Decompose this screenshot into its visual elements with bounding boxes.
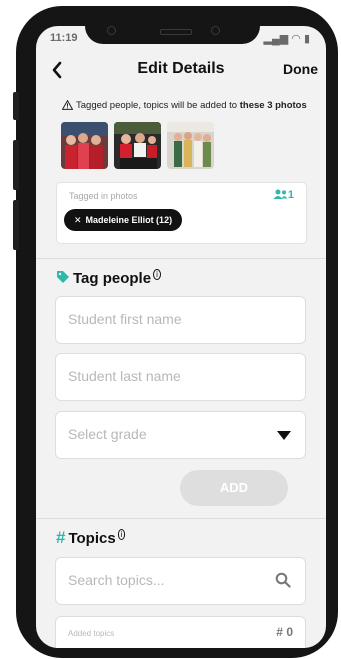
signal-icon: ▂▄▆ ◠ ▮ [263,33,310,45]
info-icon[interactable]: i [153,269,161,280]
tagged-count-value: 1 [287,189,294,201]
last-name-placeholder: Student last name [68,368,181,384]
first-name-field[interactable]: Student first name [55,296,306,344]
add-button[interactable]: ADD [180,470,288,506]
tagged-label: Tagged in photos [69,191,138,201]
tag-notice: Tagged people, topics will be added to t… [61,99,307,111]
topic-search-input[interactable]: Search topics... [55,557,306,605]
dropdown-arrow-icon [277,431,291,440]
topics-heading: # Topics i [56,528,126,548]
warning-icon [61,99,74,110]
tagged-card: Tagged in photos 1 ✕ Madeleine Elliot (12… [56,182,307,244]
app-screen: 11:19 ▂▄▆ ◠ ▮ Edit Details Done Tagged p… [36,26,326,648]
people-icon [273,189,288,199]
header: Edit Details Done [36,52,326,92]
hash-icon: # [56,528,66,547]
topics-title: Topics [68,530,116,547]
notice-bold: these 3 photos [239,100,307,111]
tag-chip-label: Madeleine Elliot (12) [85,215,173,225]
tag-icon [57,271,69,283]
section-divider [36,258,326,259]
remove-icon[interactable]: ✕ [74,215,82,225]
tagged-count: 1 [273,189,294,201]
phone-button [13,200,19,250]
status-time: 11:19 [50,32,78,44]
phone-button [13,140,19,190]
added-topics-label: Added topics [68,629,115,638]
tag-people-heading: Tag people i [56,269,161,287]
section-divider [36,518,326,519]
grade-placeholder: Select grade [68,426,147,442]
photo-thumbnail[interactable] [61,122,108,169]
search-icon[interactable] [275,572,291,588]
added-topics-count-value: 0 [286,625,293,639]
info-icon[interactable]: i [117,529,126,540]
notice-text: Tagged people, topics will be added to [76,100,240,111]
tag-chip[interactable]: ✕ Madeleine Elliot (12) [64,209,183,231]
photo-thumbnail[interactable] [167,122,214,169]
tag-people-title: Tag people [73,270,152,287]
photo-thumbnails [61,122,214,169]
topic-search-placeholder: Search topics... [68,572,165,588]
done-button[interactable]: Done [283,61,318,77]
grade-select[interactable]: Select grade [55,411,306,459]
notch [85,20,260,44]
added-topics-card: Added topics # 0 [55,616,306,648]
photo-thumbnail[interactable] [114,122,161,169]
added-topics-count: # 0 [276,625,293,639]
last-name-field[interactable]: Student last name [55,353,306,401]
first-name-placeholder: Student first name [68,311,182,327]
phone-button [13,92,19,120]
